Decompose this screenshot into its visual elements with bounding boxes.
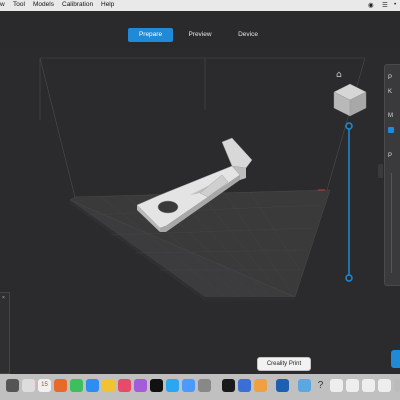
- music-icon[interactable]: [118, 379, 131, 392]
- panel-list: [391, 173, 398, 273]
- home-icon[interactable]: ⌂: [336, 70, 342, 80]
- material-checkbox[interactable]: [388, 127, 394, 133]
- slice-button[interactable]: [391, 350, 400, 368]
- preview-app-icon[interactable]: [238, 379, 251, 392]
- document-icon-3[interactable]: [362, 379, 375, 392]
- settings-icon[interactable]: [198, 379, 211, 392]
- menu-item-help[interactable]: Help: [101, 1, 114, 8]
- photos-icon[interactable]: [54, 379, 67, 392]
- calendar-badge: 15: [41, 382, 48, 388]
- mail-icon[interactable]: [86, 379, 99, 392]
- 3d-viewport[interactable]: ⌂: [0, 48, 400, 374]
- panel-printer-label: P: [388, 75, 393, 81]
- close-icon[interactable]: ×: [2, 295, 5, 301]
- panel-material-label: M: [388, 113, 393, 119]
- dock-tooltip: Creality Print: [257, 357, 311, 371]
- tab-preview[interactable]: Preview: [182, 28, 218, 42]
- menu-item-calibration[interactable]: Calibration: [62, 1, 93, 8]
- panel-profile-label: P: [388, 153, 393, 159]
- menu-item-tool[interactable]: Tool: [13, 1, 25, 8]
- menu-item-models[interactable]: Models: [33, 1, 54, 8]
- right-settings-panel: P K M P: [384, 64, 400, 286]
- safari-icon[interactable]: [182, 379, 195, 392]
- layer-slider-top-handle[interactable]: [345, 122, 353, 130]
- control-center-icon[interactable]: ☰: [382, 1, 388, 9]
- trash-icon[interactable]: [394, 379, 400, 392]
- pages-icon[interactable]: [254, 379, 267, 392]
- folder-icon[interactable]: [298, 379, 311, 392]
- creality-print-icon[interactable]: [276, 379, 289, 392]
- panel-collapse-handle[interactable]: [378, 164, 383, 178]
- document-icon[interactable]: [330, 379, 343, 392]
- tab-device[interactable]: Device: [230, 28, 266, 42]
- layer-slider-bottom-handle[interactable]: [345, 274, 353, 282]
- launchpad-icon[interactable]: [22, 379, 35, 392]
- panel-printer-value[interactable]: K: [388, 89, 392, 95]
- document-icon-4[interactable]: [378, 379, 391, 392]
- record-icon[interactable]: ◉: [368, 1, 374, 9]
- terminal-icon[interactable]: [222, 379, 235, 392]
- menu-item-window[interactable]: w: [0, 1, 5, 8]
- finder-icon[interactable]: [6, 379, 19, 392]
- document-icon-2[interactable]: [346, 379, 359, 392]
- siri-icon[interactable]: •: [394, 1, 396, 8]
- tv-icon[interactable]: [150, 379, 163, 392]
- app-store-icon[interactable]: [166, 379, 179, 392]
- help-icon[interactable]: ?: [314, 379, 327, 392]
- left-panel: ×: [0, 292, 10, 374]
- tab-prepare[interactable]: Prepare: [128, 28, 173, 42]
- calendar-icon[interactable]: 15: [38, 379, 51, 392]
- messages-icon[interactable]: [70, 379, 83, 392]
- notes-icon[interactable]: [102, 379, 115, 392]
- podcasts-icon[interactable]: [134, 379, 147, 392]
